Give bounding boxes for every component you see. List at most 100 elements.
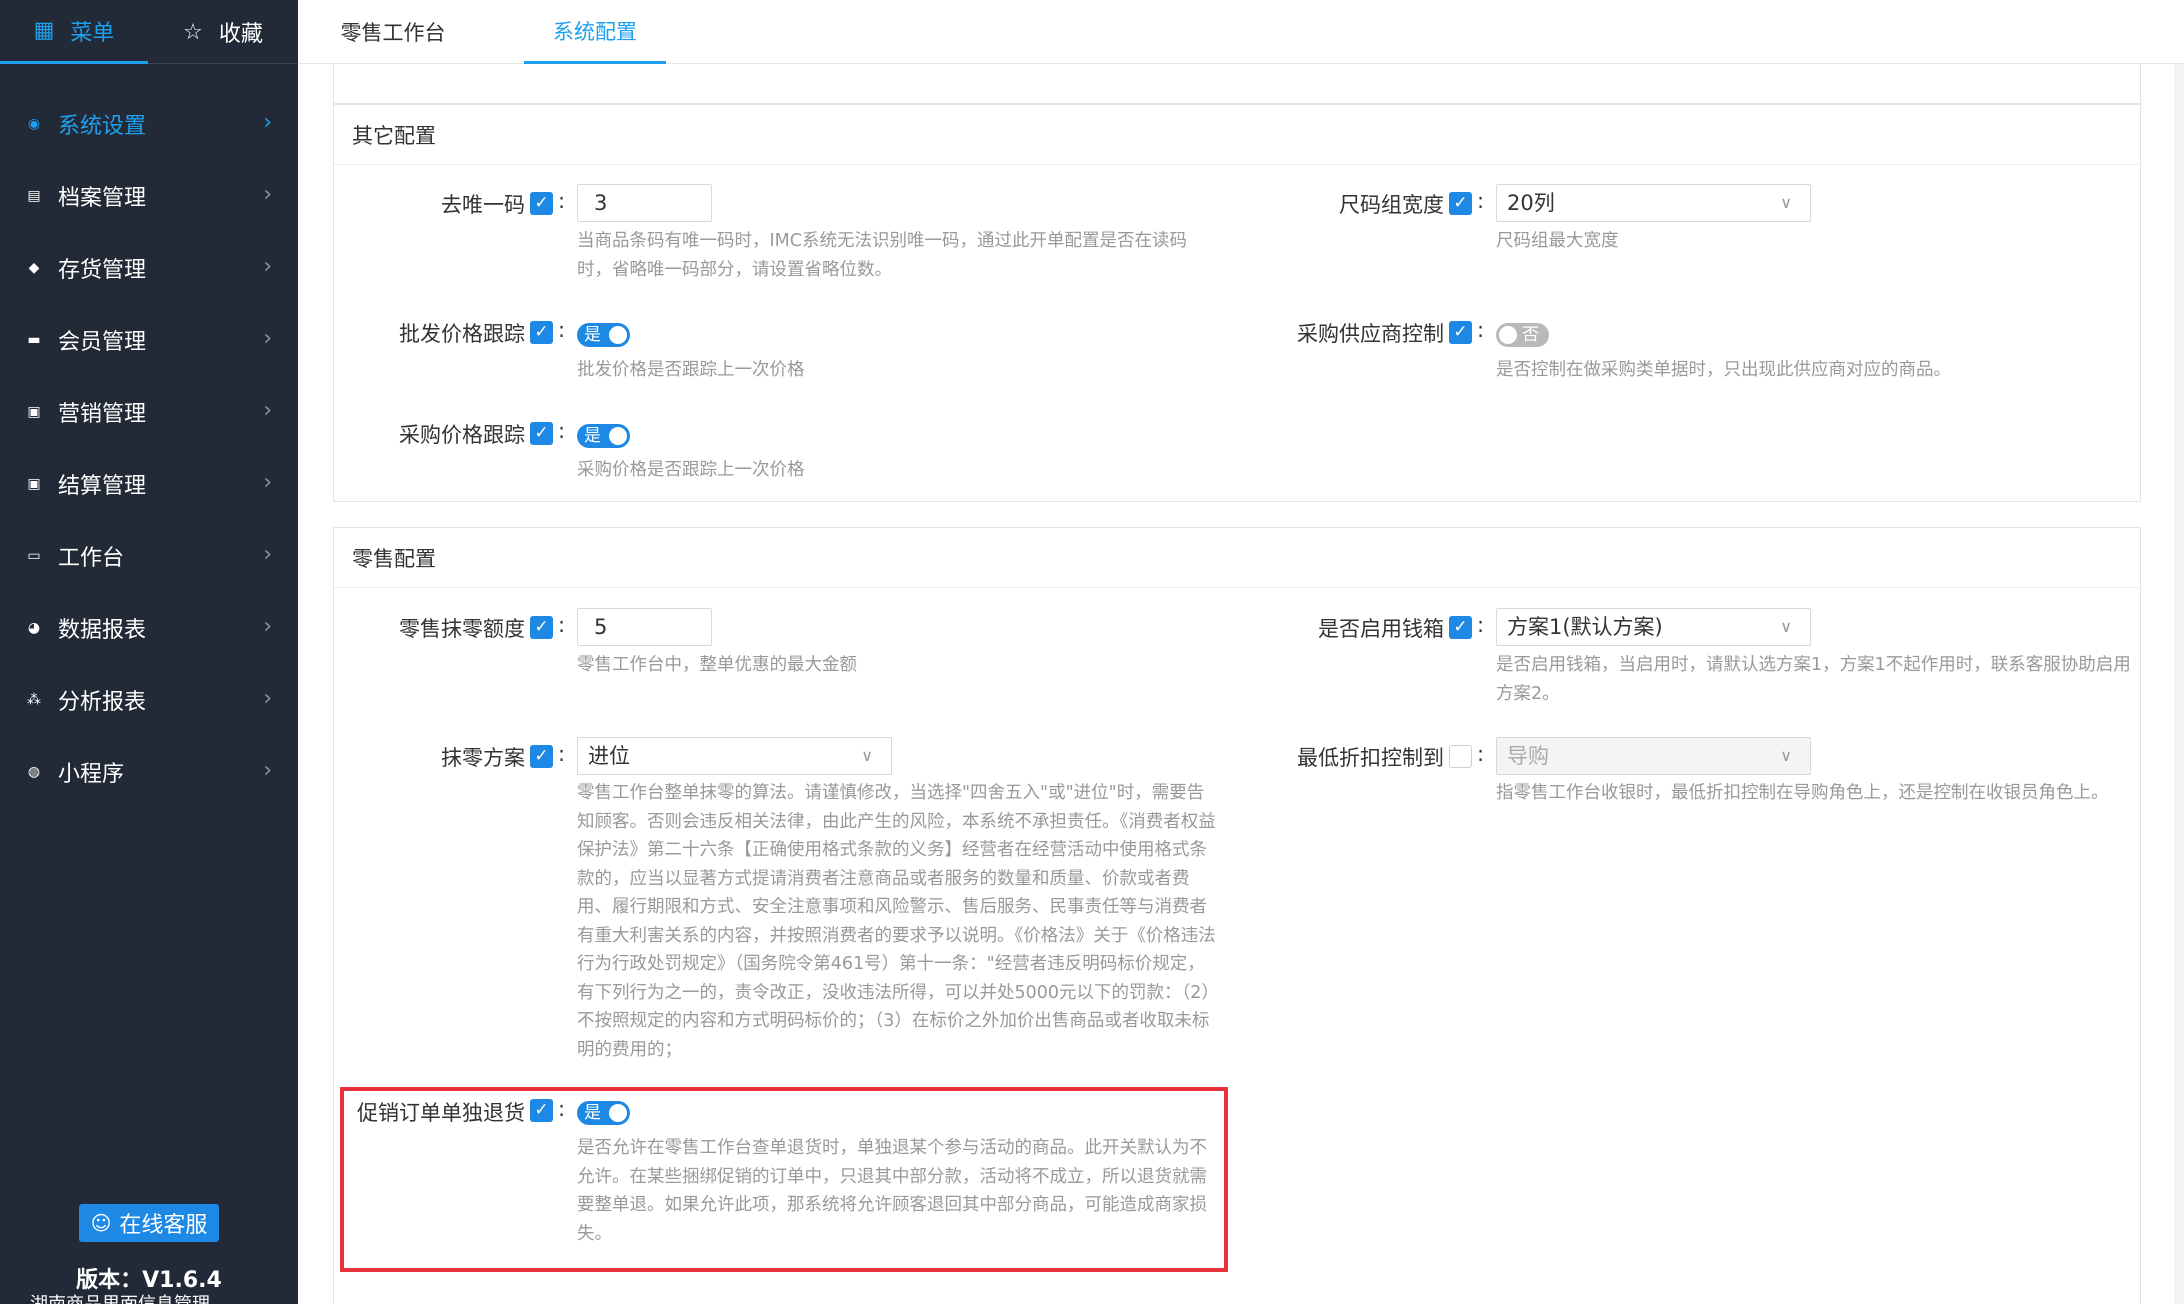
wholesale-price-track-toggle[interactable]: 是: [577, 323, 630, 347]
sidebar-item-label: 存货管理: [58, 258, 147, 283]
chevron-right-icon: ›: [263, 542, 272, 567]
compass-icon: ◍: [27, 764, 41, 780]
purchase-supplier-control-help: 是否控制在做采购类单据时，只出现此供应商对应的商品。: [1496, 360, 1951, 380]
sidebar-item-label: 数据报表: [58, 618, 147, 643]
cube-icon: ◆: [28, 260, 40, 276]
remove-unique-code-help: 当商品条码有唯一码时，IMC系统无法识别唯一码，通过此开单配置是否在读码时，省略…: [577, 231, 1187, 280]
sidebar-nav: ◉ 系统设置 › ▤ 档案管理 › ◆ 存货管理 › ▬ 会员管理 › ▣ 营销…: [0, 88, 298, 808]
sidebar-item-label: 工作台: [58, 546, 125, 571]
sidebar-item-inventory[interactable]: ◆ 存货管理 ›: [0, 232, 298, 304]
min-discount-control-help: 指零售工作台收银时，最低折扣控制在导购角色上，还是控制在收银员角色上。: [1496, 783, 2109, 803]
size-group-width-checkbox[interactable]: ✓: [1449, 192, 1472, 215]
rounding-scheme-label: 抹零方案: [441, 746, 525, 770]
archive-icon: ▤: [27, 188, 41, 204]
remove-unique-code-input[interactable]: 3: [577, 184, 712, 222]
sidebar-item-label: 会员管理: [58, 330, 147, 355]
chart-icon: ▭: [27, 548, 41, 564]
sidebar-item-archive[interactable]: ▤ 档案管理 ›: [0, 160, 298, 232]
toggle-text: 否: [1522, 325, 1539, 345]
purchase-supplier-control-checkbox[interactable]: ✓: [1449, 321, 1472, 344]
purchase-supplier-control-toggle[interactable]: 否: [1496, 323, 1549, 347]
chevron-right-icon: ›: [263, 326, 272, 351]
sidebar-item-data-reports[interactable]: ◕ 数据报表 ›: [0, 592, 298, 664]
sidebar-item-analysis-reports[interactable]: ⁂ 分析报表 ›: [0, 664, 298, 736]
size-group-width-label: 尺码组宽度: [1339, 193, 1444, 217]
min-discount-control-checkbox[interactable]: [1449, 745, 1472, 768]
colon: :: [558, 189, 566, 213]
top-tabs: 零售工作台 系统配置: [298, 0, 2184, 64]
rounding-scheme-checkbox[interactable]: ✓: [530, 745, 553, 768]
size-group-width-select[interactable]: 20列 ∨: [1496, 184, 1811, 222]
tab-retail-workbench[interactable]: 零售工作台: [328, 0, 458, 64]
sidebar: ▦ 菜单 ☆ 收藏 ◉ 系统设置 › ▤ 档案管理 › ◆ 存货管理 › ▬ 会…: [0, 0, 298, 1304]
scrollbar[interactable]: [2174, 64, 2184, 1304]
rounding-amount-input[interactable]: 5: [577, 608, 712, 646]
size-group-width-value: 20列: [1507, 191, 1555, 215]
sidebar-item-label: 营销管理: [58, 402, 147, 427]
sidebar-item-marketing[interactable]: ▣ 营销管理 ›: [0, 376, 298, 448]
colon: :: [558, 742, 566, 766]
chevron-down-icon: ∨: [861, 746, 873, 765]
settings-icon: ◉: [27, 116, 41, 132]
rounding-scheme-value: 进位: [588, 744, 630, 768]
wholesale-price-track-label: 批发价格跟踪: [399, 322, 525, 346]
version-subtext: 湖南商品里面信息管理: [30, 1294, 290, 1304]
sidebar-item-workbench[interactable]: ▭ 工作台 ›: [0, 520, 298, 592]
rounding-amount-checkbox[interactable]: ✓: [530, 616, 553, 639]
cash-box-help: 是否启用钱箱，当启用时，请默认选方案1，方案1不起作用时，联系客服协助启用方案2…: [1496, 655, 2131, 704]
cash-box-checkbox[interactable]: ✓: [1449, 616, 1472, 639]
online-service-label: 在线客服: [119, 1213, 208, 1238]
remove-unique-code-checkbox[interactable]: ✓: [530, 192, 553, 215]
tab-favorites[interactable]: ☆ 收藏: [148, 0, 298, 64]
panel-title: 其它配置: [334, 105, 2140, 165]
pie-icon: ◕: [27, 620, 41, 636]
share-icon: ⁂: [27, 692, 41, 708]
chevron-right-icon: ›: [263, 614, 272, 639]
cash-box-select[interactable]: 方案1(默认方案) ∨: [1496, 608, 1811, 646]
panel-title: 零售配置: [334, 528, 2140, 588]
online-service-button[interactable]: ☺ 在线客服: [79, 1204, 219, 1242]
min-discount-control-label: 最低折扣控制到: [1297, 746, 1444, 770]
gift-icon: ▣: [27, 404, 41, 420]
sidebar-item-label: 小程序: [58, 762, 125, 787]
purchase-price-track-label: 采购价格跟踪: [399, 423, 525, 447]
sidebar-tabs: ▦ 菜单 ☆ 收藏: [0, 0, 298, 64]
min-discount-control-value: 导购: [1507, 744, 1549, 768]
tab-menu-label: 菜单: [70, 20, 115, 46]
sidebar-item-label: 分析报表: [58, 690, 147, 715]
sidebar-item-system-settings[interactable]: ◉ 系统设置 ›: [0, 88, 298, 160]
star-icon: ☆: [183, 19, 203, 45]
chevron-right-icon: ›: [263, 182, 272, 207]
grid-icon: ▦: [33, 18, 55, 43]
chevron-right-icon: ›: [263, 254, 272, 279]
tab-menu[interactable]: ▦ 菜单: [0, 0, 148, 64]
colon: :: [1477, 613, 1485, 637]
rounding-scheme-help: 零售工作台整单抹零的算法。请谨慎修改，当选择"四舍五入"或"进位"时，需要告知顾…: [577, 783, 1216, 1060]
rounding-scheme-select[interactable]: 进位 ∨: [577, 737, 892, 775]
purchase-price-track-checkbox[interactable]: ✓: [530, 422, 553, 445]
rounding-amount-help: 零售工作台中，整单优惠的最大金额: [577, 655, 857, 675]
cash-box-label: 是否启用钱箱: [1318, 617, 1444, 641]
version-text: 版本：V1.6.4: [76, 1268, 222, 1293]
colon: :: [558, 318, 566, 342]
chevron-right-icon: ›: [263, 686, 272, 711]
tab-system-config[interactable]: 系统配置: [524, 0, 666, 64]
chevron-down-icon: ∨: [1780, 617, 1792, 636]
sidebar-item-member[interactable]: ▬ 会员管理 ›: [0, 304, 298, 376]
toggle-knob: [609, 326, 627, 344]
chevron-right-icon: ›: [263, 398, 272, 423]
highlight-box: [340, 1087, 1228, 1272]
previous-panel-fragment: [333, 64, 2141, 104]
chat-icon: ☺: [90, 1211, 112, 1235]
wholesale-price-track-checkbox[interactable]: ✓: [530, 321, 553, 344]
remove-unique-code-label: 去唯一码: [441, 193, 525, 217]
wallet-icon: ▣: [27, 476, 41, 492]
purchase-price-track-toggle[interactable]: 是: [577, 424, 630, 448]
chevron-right-icon: ›: [263, 110, 272, 135]
tab-favorites-label: 收藏: [218, 22, 263, 47]
colon: :: [1477, 189, 1485, 213]
sidebar-item-settlement[interactable]: ▣ 结算管理 ›: [0, 448, 298, 520]
sidebar-item-mini-program[interactable]: ◍ 小程序 ›: [0, 736, 298, 808]
min-discount-control-select[interactable]: 导购 ∨: [1496, 737, 1811, 775]
colon: :: [558, 419, 566, 443]
